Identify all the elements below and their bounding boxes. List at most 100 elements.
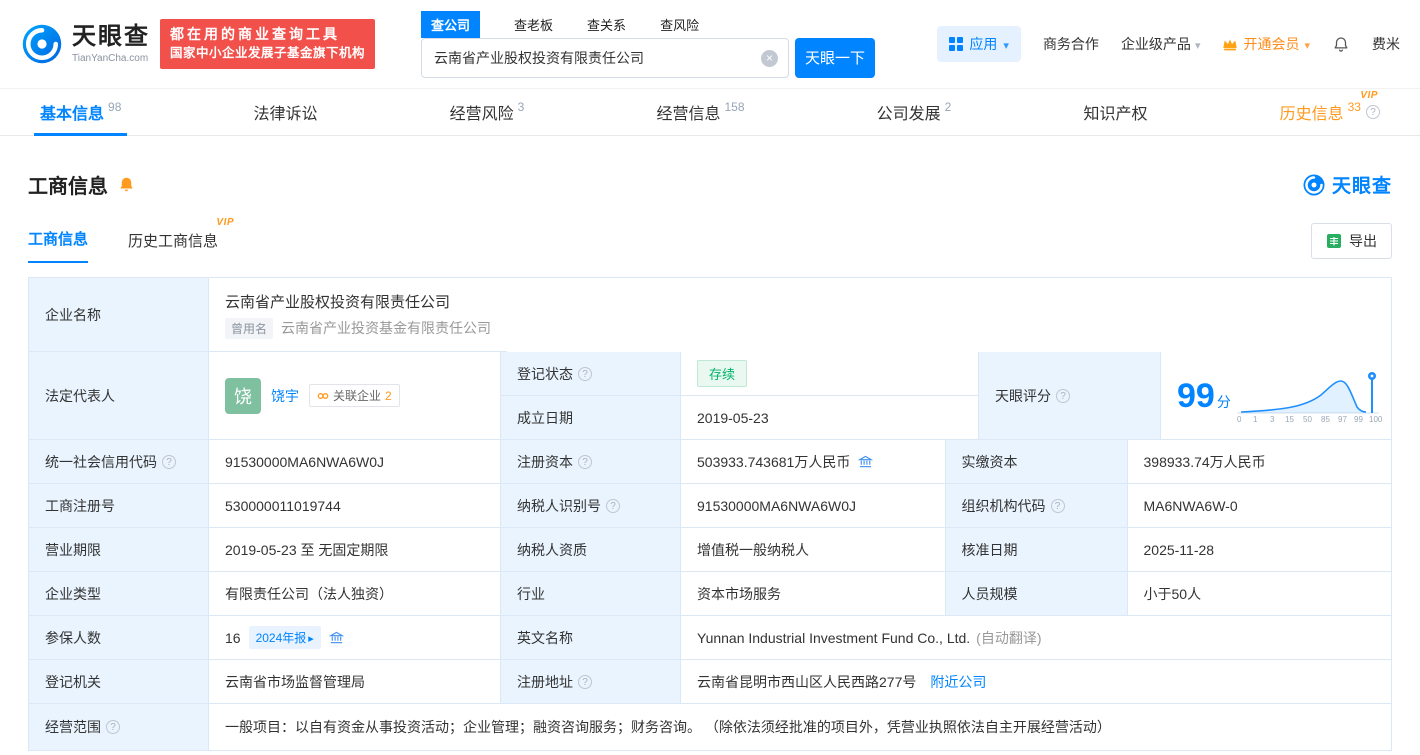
business-cooperation-link[interactable]: 商务合作 [1043, 34, 1099, 54]
capital-change-icon[interactable] [858, 454, 873, 469]
tab-count: 3 [518, 100, 525, 114]
svg-text:85: 85 [1321, 415, 1330, 424]
table-row: 企业名称 云南省产业股权投资有限责任公司 曾用名 云南省产业投资基金有限责任公司 [29, 278, 1391, 352]
field-value-biz-scope: 一般项目：以自有资金从事投资活动；企业管理；融资咨询服务；财务咨询。 （除依法须… [209, 704, 1391, 750]
field-value-company-type: 有限责任公司（法人独资） [209, 572, 501, 616]
monitor-bell-icon[interactable] [117, 175, 136, 194]
tab-label: 历史信息 [1280, 100, 1344, 124]
user-menu[interactable]: 费米 [1372, 34, 1400, 54]
score-unit: 分 [1217, 392, 1231, 412]
search-button[interactable]: 天眼一下 [795, 38, 875, 78]
notifications-bell-button[interactable] [1332, 35, 1350, 53]
field-value-reg-status: 存续 [681, 352, 979, 396]
table-row: 工商注册号 530000011019744 纳税人识别号 91530000MA6… [29, 484, 1391, 528]
brand-slogan-banner: 都在用的商业查询工具 国家中小企业发展子基金旗下机构 [160, 19, 375, 69]
field-value-biz-term: 2019-05-23 至 无固定期限 [209, 528, 501, 572]
field-value-tyc-score: 99 分 0 1 3 15 50 85 97 99 [1161, 352, 1391, 440]
help-icon[interactable] [578, 675, 592, 689]
open-vip-button[interactable]: 开通会员 [1222, 34, 1310, 54]
help-icon[interactable] [578, 455, 592, 469]
field-value-reg-no: 530000011019744 [209, 484, 501, 528]
annual-report-label: 2024年报 [256, 629, 307, 646]
search-tab-boss[interactable]: 查老板 [504, 11, 563, 38]
auto-translate-note: (自动翻译) [976, 628, 1041, 648]
help-icon[interactable] [106, 720, 120, 734]
field-label-company-type: 企业类型 [29, 572, 209, 616]
enterprise-products-menu[interactable]: 企业级产品 [1121, 34, 1201, 54]
export-button[interactable]: 导出 [1311, 223, 1392, 259]
related-companies-chip[interactable]: 关联企业 2 [309, 384, 400, 407]
tab-operating-risk[interactable]: 经营风险 3 [444, 89, 531, 135]
help-icon[interactable] [1366, 105, 1380, 119]
svg-text:1: 1 [1253, 415, 1258, 424]
tab-count: 2 [945, 100, 952, 114]
annual-report-chip[interactable]: 2024年报 [249, 626, 321, 649]
enterprise-products-label: 企业级产品 [1121, 34, 1191, 54]
field-label-credit-code: 统一社会信用代码 [29, 440, 209, 484]
search-tab-relation[interactable]: 查关系 [577, 11, 636, 38]
help-icon[interactable] [1056, 389, 1070, 403]
field-value-taxpayer-id: 91530000MA6NWA6W0J [681, 484, 946, 528]
apps-label: 应用 [969, 34, 997, 54]
field-value-reg-address: 云南省昆明市西山区人民西路277号 附近公司 [681, 660, 1391, 704]
field-label-industry: 行业 [501, 572, 681, 616]
arrow-right-icon [308, 631, 314, 645]
field-label-paid-capital: 实缴资本 [946, 440, 1128, 484]
tab-count: 158 [724, 100, 744, 114]
table-row: 法定代表人 饶 饶宇 关联企业 2 登记状态 存续 [29, 352, 1391, 440]
search-tab-company[interactable]: 查公司 [421, 11, 480, 38]
field-label-biz-term: 营业期限 [29, 528, 209, 572]
tianyancha-logo-icon [20, 22, 64, 66]
former-name-link[interactable]: 云南省产业投资基金有限责任公司 [281, 318, 491, 338]
subtab-history-business-info[interactable]: VIP 历史工商信息 [128, 230, 218, 263]
table-row: 企业类型 有限责任公司（法人独资） 行业 资本市场服务 人员规模 小于50人 [29, 572, 1391, 616]
top-header: 天眼查 TianYanCha.com 都在用的商业查询工具 国家中小企业发展子基… [0, 0, 1420, 86]
apps-grid-icon [949, 37, 963, 51]
legal-rep-name-link[interactable]: 饶宇 [271, 386, 299, 406]
chevron-down-icon [1304, 36, 1310, 52]
help-icon[interactable] [606, 499, 620, 513]
field-label-reg-status: 登记状态 [501, 352, 681, 396]
insured-change-icon[interactable] [329, 630, 344, 645]
help-icon[interactable] [1051, 499, 1065, 513]
section-title: 工商信息 [28, 170, 108, 199]
logo-brand-text: 天眼查 [72, 24, 150, 50]
subtab-label: 历史工商信息 [128, 233, 218, 250]
svg-text:50: 50 [1303, 415, 1312, 424]
tab-operating-info[interactable]: 经营信息 158 [650, 89, 750, 135]
tab-intellectual-property[interactable]: 知识产权 [1077, 89, 1153, 135]
search-input[interactable] [422, 39, 788, 77]
field-label-reg-no: 工商注册号 [29, 484, 209, 528]
help-icon[interactable] [578, 367, 592, 381]
search-tab-risk[interactable]: 查风险 [650, 11, 709, 38]
tab-company-development[interactable]: 公司发展 2 [871, 89, 958, 135]
score-distribution-chart: 0 1 3 15 50 85 97 99 100 [1233, 367, 1383, 425]
field-value-company-name: 云南省产业股权投资有限责任公司 曾用名 云南省产业投资基金有限责任公司 [209, 278, 507, 352]
tab-basic-info[interactable]: 基本信息 98 [34, 89, 127, 135]
slogan-line1: 都在用的商业查询工具 [170, 25, 365, 44]
legal-rep-avatar[interactable]: 饶 [225, 378, 261, 414]
field-label-org-code: 组织机构代码 [946, 484, 1128, 528]
tab-label: 公司发展 [877, 100, 941, 124]
watermark-text: 天眼查 [1332, 171, 1392, 198]
field-label-staff-size: 人员规模 [946, 572, 1128, 616]
slogan-line2: 国家中小企业发展子基金旗下机构 [170, 44, 365, 63]
field-label-reg-address: 注册地址 [501, 660, 681, 704]
nearby-companies-link[interactable]: 附近公司 [930, 672, 986, 692]
table-row: 经营范围 一般项目：以自有资金从事投资活动；企业管理；融资咨询服务；财务咨询。 … [29, 704, 1391, 750]
chevron-down-icon [1195, 36, 1201, 52]
tab-history-info[interactable]: VIP 历史信息 33 [1274, 89, 1386, 135]
field-label-establish-date: 成立日期 [501, 396, 681, 440]
clear-search-icon[interactable] [761, 50, 778, 67]
subtab-business-info[interactable]: 工商信息 [28, 228, 88, 263]
search-box [421, 38, 789, 78]
tianyancha-logo[interactable]: 天眼查 TianYanCha.com [20, 22, 150, 66]
tab-legal-proceedings[interactable]: 法律诉讼 [248, 89, 324, 135]
tianyancha-logo-icon [1302, 173, 1326, 197]
help-icon[interactable] [162, 455, 176, 469]
score-number: 99 [1177, 379, 1215, 413]
field-value-paid-capital: 398933.74万人民币 [1128, 440, 1392, 484]
apps-menu-button[interactable]: 应用 [937, 26, 1021, 62]
tab-label: 经营风险 [450, 100, 514, 124]
status-badge: 存续 [697, 360, 747, 387]
